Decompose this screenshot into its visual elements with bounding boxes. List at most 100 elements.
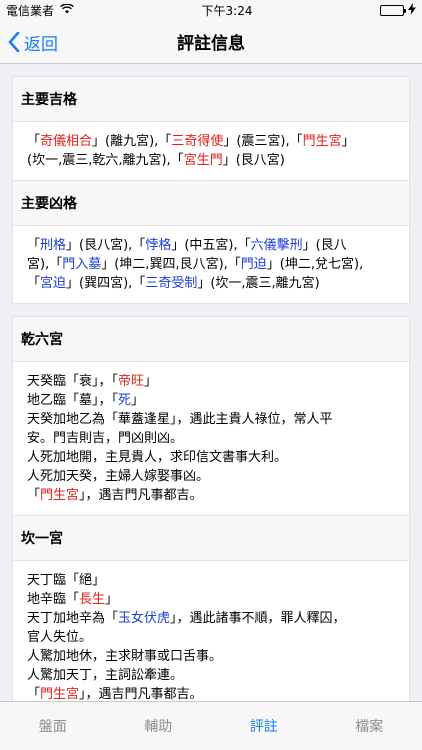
text-segment: 」(離九宮),「	[92, 134, 172, 149]
text-segment: 天丁臨「絕」	[27, 573, 106, 588]
text-line: (坎一,震三,乾六,離九宮),「宮生門」(艮八宮)	[27, 151, 395, 170]
tab-bar: 盤面 輔助 評註 檔案	[0, 701, 422, 750]
text-segment: 」(坤二,兌七宮),	[266, 257, 364, 272]
text-segment: 」，遇此諸事不順，罪人釋囚，	[170, 611, 346, 626]
navigation-bar: 返回 評註信息	[0, 20, 422, 64]
text-segment: 天丁加地辛為「	[27, 611, 119, 626]
text-line: 地辛臨「長生」	[27, 590, 395, 609]
text-line: 天丁臨「絕」	[27, 571, 395, 590]
text-segment: 」，遇吉門凡事都吉。	[79, 687, 203, 701]
tab-board[interactable]: 盤面	[0, 702, 106, 750]
highlighted-term: 玉女伏虎	[118, 611, 171, 626]
text-line: 天丁加地辛為「玉女伏虎」，遇此諸事不順，罪人釋囚，	[27, 609, 395, 628]
bad-pattern-header: 主要凶格	[13, 180, 409, 226]
wifi-icon	[60, 3, 74, 17]
text-segment: 「	[27, 687, 41, 701]
battery-icon	[380, 4, 406, 16]
highlighted-term: 死	[118, 393, 132, 408]
palace-header-kan: 坎一宮	[13, 515, 409, 561]
text-line: 「奇儀相合」(離九宮),「三奇得使」(震三宮),「門生宮」	[27, 132, 395, 151]
text-line: 天癸加地乙為「華蓋逢星」，遇此主貴人祿位，常人平	[27, 410, 395, 429]
text-segment: 」(坎一,震三,離九宮)	[197, 276, 320, 291]
charging-icon	[408, 2, 416, 18]
good-pattern-body: 「奇儀相合」(離九宮),「三奇得使」(震三宮),「門生宮」 (坎一,震三,乾六,離…	[13, 122, 409, 180]
palace-card: 乾六宮 天癸臨「衰」，「帝旺」 地乙臨「墓」，「死」 天癸加地乙為「華蓋逢星」，遇此…	[12, 316, 410, 701]
text-segment: 人死加地開，主見貴人，求印信文書事大利。	[27, 450, 288, 465]
text-segment: 「	[27, 488, 41, 503]
text-line: 天癸臨「衰」，「帝旺」	[27, 372, 395, 391]
text-line: 人死加地開，主見貴人，求印信文書事大利。	[27, 448, 395, 467]
text-segment: 天癸加地乙為「華蓋逢星」，遇此主貴人祿位，常人平	[27, 412, 333, 427]
palace-body-qian: 天癸臨「衰」，「帝旺」 地乙臨「墓」，「死」 天癸加地乙為「華蓋逢星」，遇此主貴人祿…	[13, 362, 409, 515]
text-segment: 宮),「	[27, 257, 63, 272]
status-right	[380, 2, 416, 18]
text-line: 人死加天癸，主婦人嫁娶事凶。	[27, 467, 395, 486]
back-label: 返回	[24, 34, 58, 55]
bad-pattern-body: 「刑格」(艮八宮),「悖格」(中五宮),「六儀擊刑」(艮八 宮),「門入墓」(坤二…	[13, 226, 409, 303]
text-segment: 地乙臨「墓」，「	[27, 393, 119, 408]
highlighted-term: 宮生門	[183, 153, 223, 168]
text-line: 人驚加地休，主求財事或口舌事。	[27, 647, 395, 666]
highlighted-term: 三奇得使	[171, 134, 224, 149]
text-line: 宮),「門入墓」(坤二,巽四,艮八宮),「門迫」(坤二,兌七宮),	[27, 255, 395, 274]
highlighted-term: 帝旺	[118, 374, 145, 389]
text-line: 「門生宮」，遇吉門凡事都吉。	[27, 685, 395, 701]
status-bar: 電信業者 下午3:24	[0, 0, 422, 20]
highlighted-term: 悖格	[145, 238, 172, 253]
palace-body-kan: 天丁臨「絕」 地辛臨「長生」 天丁加地辛為「玉女伏虎」，遇此諸事不順，罪人釋囚， 官人…	[13, 561, 409, 701]
text-segment: 人驚加天丁，主詞訟牽連。	[27, 668, 184, 683]
text-segment: 地辛臨「	[27, 592, 80, 607]
good-pattern-header: 主要吉格	[13, 77, 409, 122]
text-segment: 」(巽四宮),「	[66, 276, 146, 291]
clock: 下午3:24	[201, 3, 253, 18]
highlighted-term: 門生宮	[302, 134, 342, 149]
highlighted-term: 奇儀相合	[40, 134, 93, 149]
text-segment: 」(中五宮),「	[171, 238, 251, 253]
text-line: 官人失位。	[27, 628, 395, 647]
palace-header-qian: 乾六宮	[13, 317, 409, 362]
tab-label: 評註	[249, 719, 278, 735]
text-line: 地乙臨「墓」，「死」	[27, 391, 395, 410]
tab-comments[interactable]: 評註	[211, 702, 317, 750]
tab-auxiliary[interactable]: 輔助	[106, 702, 212, 750]
text-segment: 官人失位。	[27, 630, 93, 645]
highlighted-term: 宮迫	[40, 276, 67, 291]
highlighted-term: 門迫	[240, 257, 267, 272]
carrier-label: 電信業者	[6, 3, 55, 18]
text-line: 「門生宮」，遇吉門凡事都吉。	[27, 486, 395, 505]
text-segment: (坎一,震三,乾六,離九宮),「	[27, 153, 184, 168]
text-segment: 」(艮八宮)	[222, 153, 285, 168]
page-title: 評註信息	[177, 34, 245, 54]
text-segment: 」(艮八宮),「	[66, 238, 146, 253]
tab-files[interactable]: 檔案	[317, 702, 422, 750]
tab-label: 檔案	[355, 719, 384, 735]
text-segment: 」，遇吉門凡事都吉。	[79, 488, 203, 503]
back-button[interactable]: 返回	[8, 20, 58, 64]
text-line: 「刑格」(艮八宮),「悖格」(中五宮),「六儀擊刑」(艮八	[27, 236, 395, 255]
chevron-left-icon	[8, 32, 20, 52]
text-segment: 」	[341, 134, 355, 149]
highlighted-term: 三奇受制	[145, 276, 198, 291]
text-segment: 」(震三宮),「	[223, 134, 303, 149]
highlighted-term: 門生宮	[40, 687, 80, 701]
status-left: 電信業者	[6, 2, 74, 19]
highlighted-term: 長生	[79, 592, 106, 607]
text-segment: 人死加天癸，主婦人嫁娶事凶。	[27, 469, 210, 484]
highlighted-term: 門生宮	[40, 488, 80, 503]
text-segment: 」	[131, 393, 145, 408]
text-segment: 「	[27, 134, 41, 149]
text-segment: 「	[27, 276, 41, 291]
text-segment: 天癸臨「衰」，「	[27, 374, 119, 389]
highlighted-term: 刑格	[40, 238, 67, 253]
text-segment: 安。門吉則吉，門凶則凶。	[27, 431, 184, 446]
text-segment: 人驚加地休，主求財事或口舌事。	[27, 649, 223, 664]
comment-content[interactable]: 主要吉格 「奇儀相合」(離九宮),「三奇得使」(震三宮),「門生宮」 (坎一,震三…	[0, 64, 422, 701]
text-line: 「宮迫」(巽四宮),「三奇受制」(坎一,震三,離九宮)	[27, 274, 395, 293]
text-segment: 「	[27, 238, 41, 253]
tab-label: 盤面	[38, 719, 67, 735]
highlighted-term: 六儀擊刑	[250, 238, 303, 253]
text-segment: 」(艮八	[302, 238, 347, 253]
tab-label: 輔助	[144, 719, 173, 735]
pattern-card: 主要吉格 「奇儀相合」(離九宮),「三奇得使」(震三宮),「門生宮」 (坎一,震三…	[12, 76, 410, 304]
text-segment: 」(坤二,巽四,艮八宮),「	[101, 257, 241, 272]
